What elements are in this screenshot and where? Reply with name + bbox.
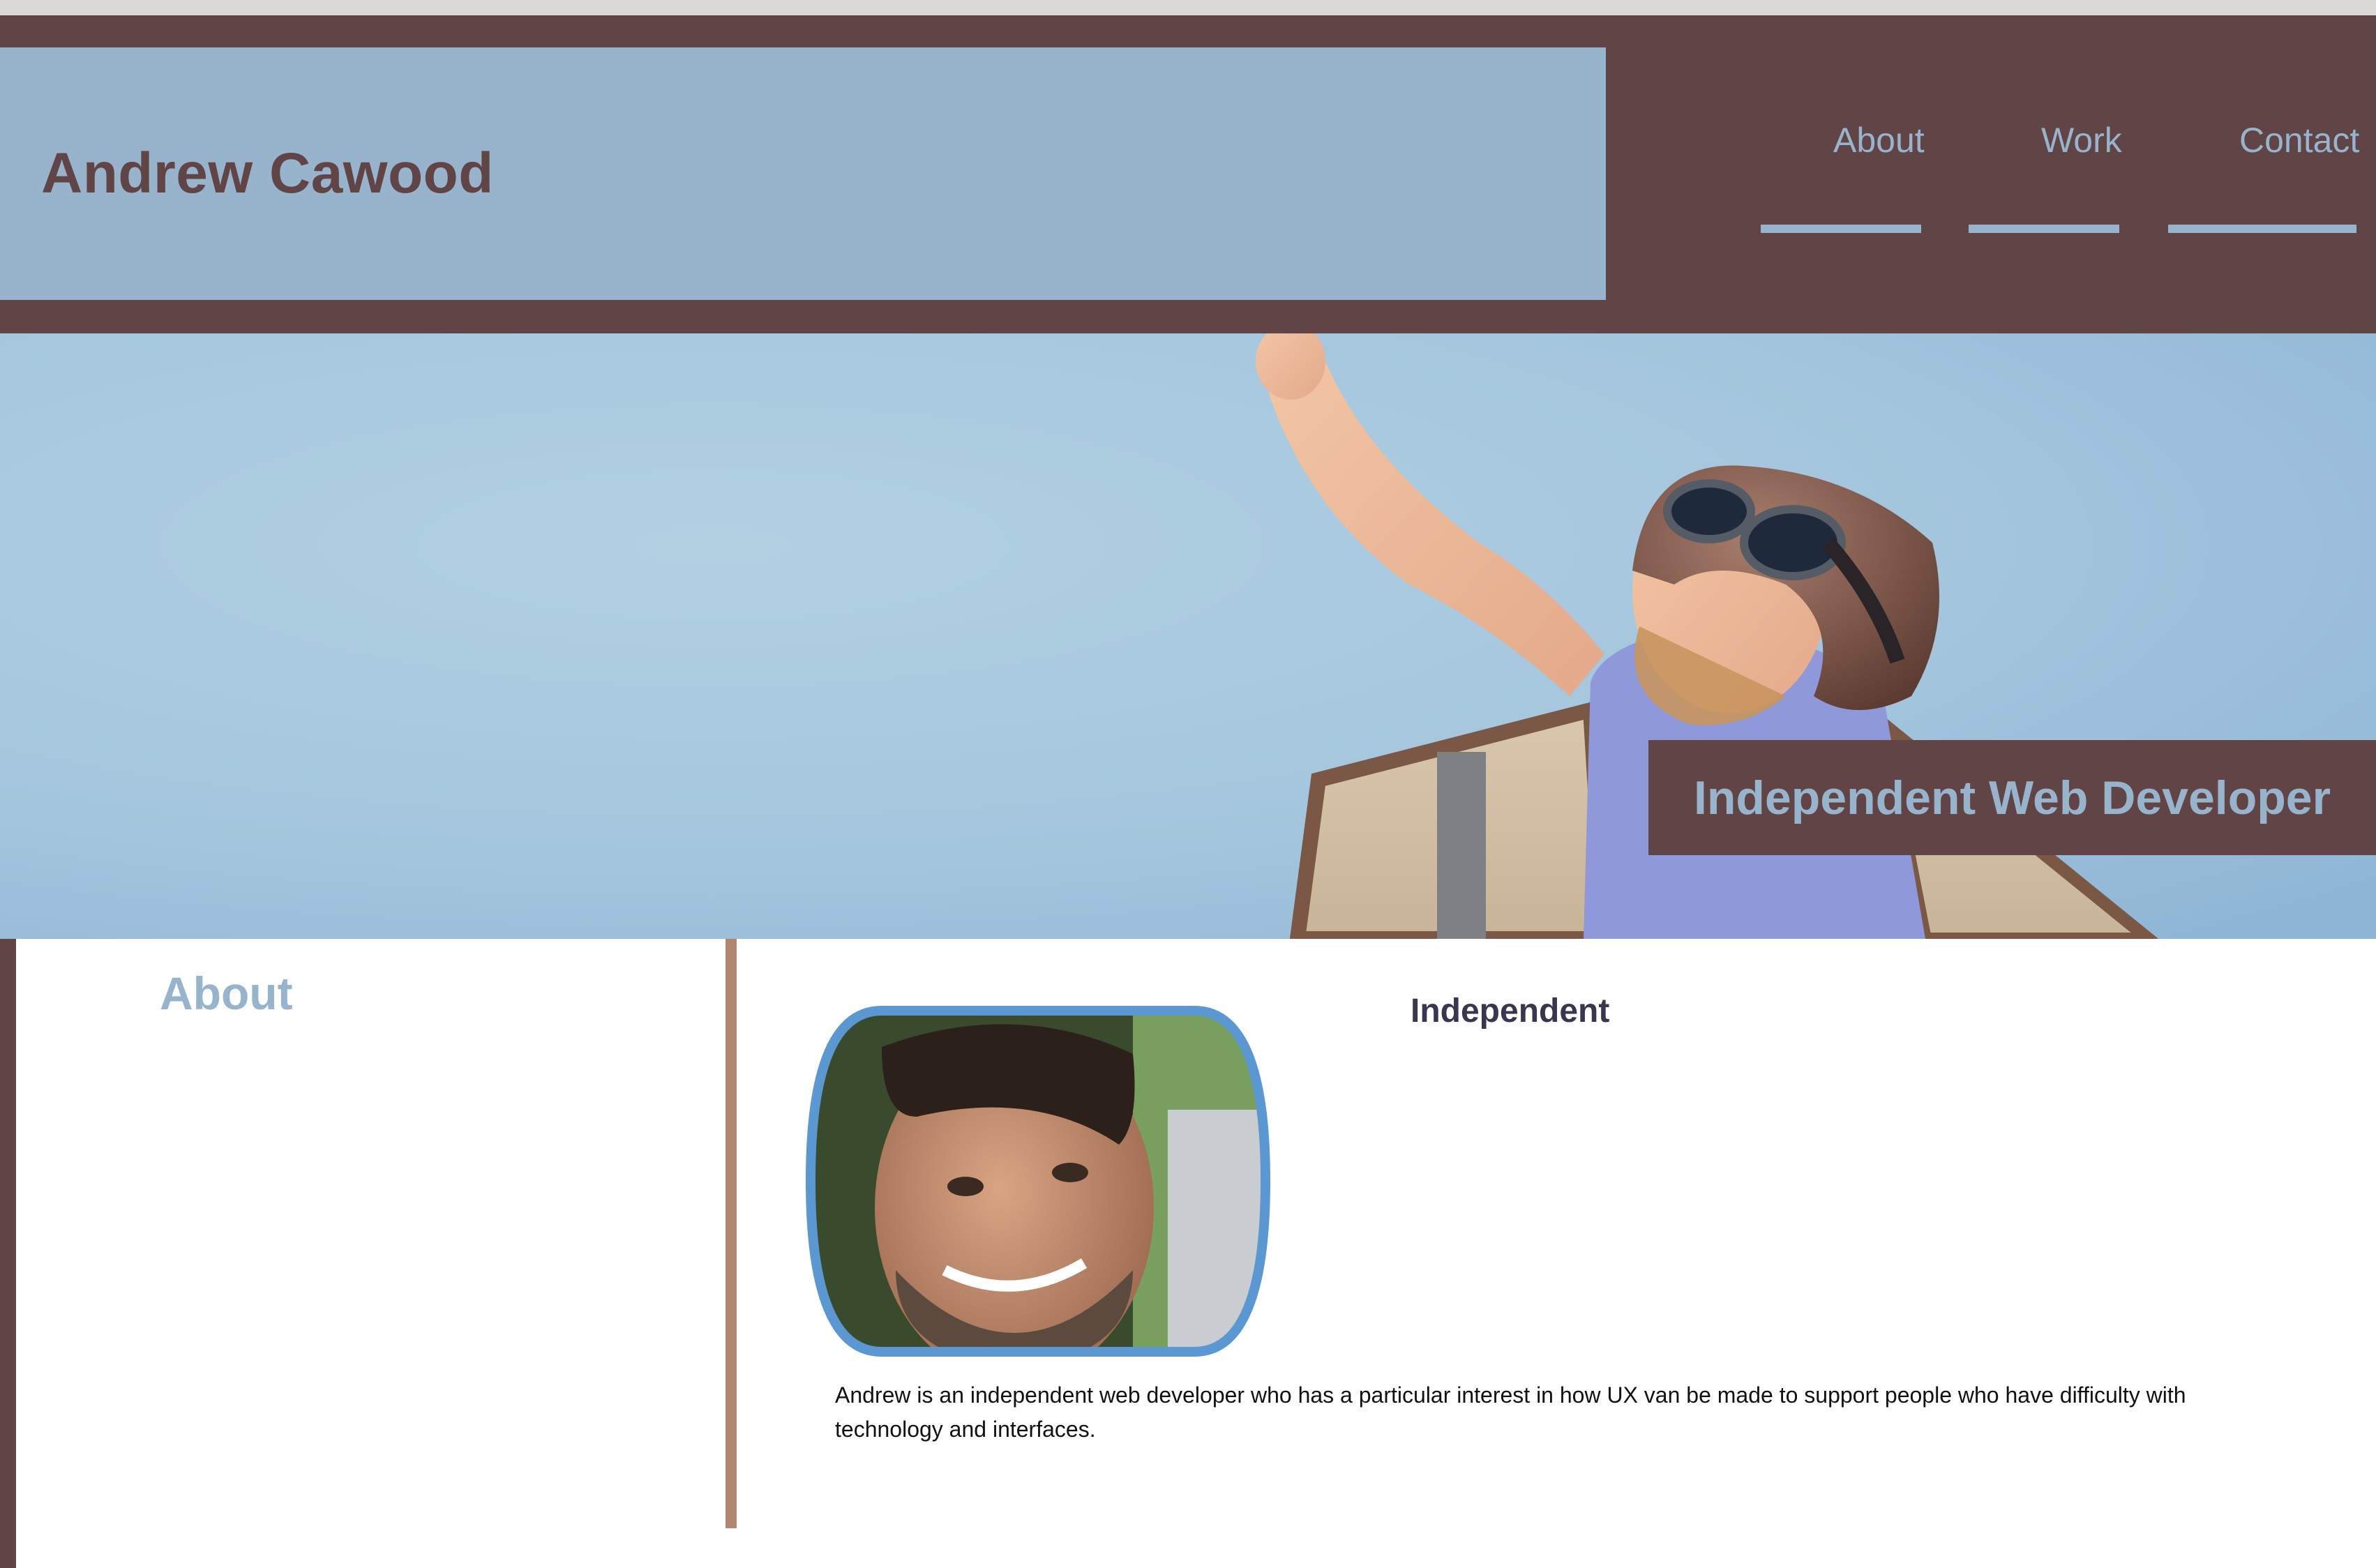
title-box: Andrew Cawood bbox=[0, 47, 1606, 300]
site-header: Andrew Cawood About Work Contact bbox=[0, 15, 2376, 333]
portrait-photo bbox=[805, 1006, 1271, 1357]
hero-tagline: Independent Web Developer bbox=[1693, 771, 2331, 824]
left-accent-bar bbox=[0, 939, 16, 1568]
nav-link-contact[interactable]: Contact bbox=[2239, 120, 2359, 162]
nav-underline-about bbox=[1761, 225, 1921, 233]
hero-banner: Independent Web Developer bbox=[0, 333, 2376, 939]
column-divider bbox=[725, 939, 737, 1528]
about-heading: About bbox=[160, 967, 293, 1019]
site-title[interactable]: Andrew Cawood bbox=[41, 47, 494, 300]
nav-underline-contact bbox=[2168, 225, 2356, 233]
hero-tagline-badge: Independent Web Developer bbox=[1648, 740, 2376, 855]
browser-top-strip bbox=[0, 0, 2376, 15]
nav-link-about[interactable]: About bbox=[1833, 120, 1925, 162]
bio-text: Andrew is an independent web developer w… bbox=[835, 1382, 2186, 1442]
nav-underline-work bbox=[1969, 225, 2119, 233]
nav-link-work[interactable]: Work bbox=[2041, 120, 2122, 162]
section-heading: Independent bbox=[1411, 993, 1610, 1030]
